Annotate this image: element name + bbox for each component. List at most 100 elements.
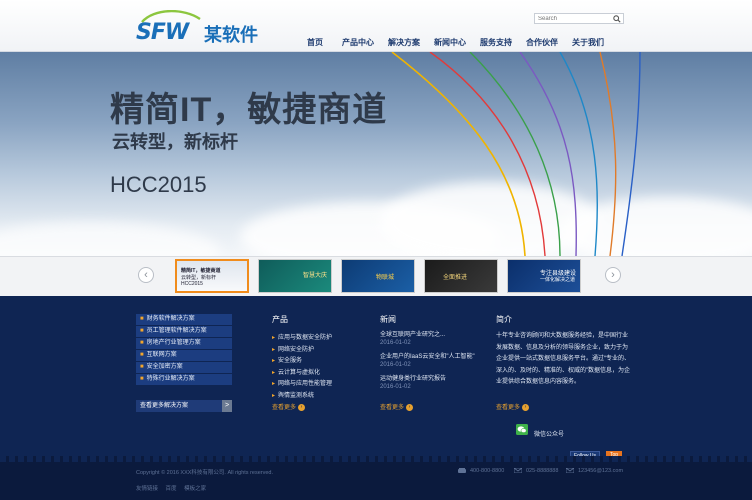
- products-list: ▸ 应用与数据安全防护 ▸ 网络安全防护 ▸ 安全服务 ▸ 云计算与虚拟化 ▸ 网络与应用…: [272, 333, 332, 402]
- solution-label: 互联网方案: [146, 352, 177, 358]
- news-item[interactable]: 全球互联网产业研究之... 2016-01-02: [380, 331, 475, 353]
- solution-label: 房地产行业管理方案: [146, 340, 201, 346]
- news-title: 全球互联网产业研究之...: [380, 332, 446, 338]
- nav-item-products[interactable]: 产品中心: [342, 37, 374, 49]
- friend-link[interactable]: 模板之家: [184, 486, 206, 492]
- bullet-icon: ■: [140, 376, 144, 382]
- nav-item-news[interactable]: 新闻中心: [434, 37, 466, 49]
- thumbnail-text: 全面推进: [443, 275, 468, 281]
- bullet-icon: ▸: [272, 346, 276, 353]
- product-link[interactable]: ▸ 安全服务: [272, 356, 332, 368]
- copyright-text: Copyright © 2016 XXX科技有限公司. All rights r…: [136, 470, 274, 476]
- bullet-icon: ■: [140, 340, 144, 346]
- phone-icon: [458, 468, 466, 474]
- banner-thumbnail[interactable]: 专注县级建设 一体化解决之道: [507, 259, 581, 293]
- banner-event: HCC2015: [110, 172, 207, 197]
- product-label: 网络与应用性能管理: [278, 381, 333, 387]
- arrow-right-icon: >: [222, 400, 232, 412]
- solution-item[interactable]: ■ 员工管理软件解决方案: [136, 326, 232, 338]
- product-link[interactable]: ▸ 舆情监测系统: [272, 391, 332, 403]
- news-title: 企业用户的IaaS云安全和"人工智能": [380, 354, 475, 360]
- telephone: 025-8888888: [514, 468, 558, 474]
- solution-item[interactable]: ■ 特殊行业解决方案: [136, 374, 232, 386]
- nav-item-about[interactable]: 关于我们: [572, 37, 604, 49]
- news-item[interactable]: 运动健身类行业研究报告 2016-01-02: [380, 375, 475, 397]
- products-heading: 产品: [272, 315, 288, 324]
- footer-main: ■ 财务软件解决方案 ■ 员工管理软件解决方案 ■ 房地产行业管理方案 ■ 互联网方案 …: [0, 296, 752, 462]
- product-label: 云计算与虚拟化: [278, 369, 321, 376]
- friend-link[interactable]: 友情链接: [136, 486, 158, 492]
- solution-label: 财务软件解决方案: [146, 316, 195, 322]
- email-address[interactable]: 123456@123.com: [578, 468, 623, 474]
- product-label: 安全服务: [278, 358, 303, 364]
- product-link[interactable]: ▸ 网络与应用性能管理: [272, 379, 332, 391]
- intro-more-link[interactable]: 查看更多 ›: [496, 402, 530, 411]
- bullet-icon: ▸: [272, 358, 276, 364]
- main-nav: 首页 产品中心 解决方案 新闻中心 服务支持 合作伙伴 关于我们: [300, 37, 604, 49]
- banner-thumbnail-strip: ‹ 精简IT，敏捷商道 云转型，新标杆 HCC2015 智慧大庆 物联城 全面推…: [0, 256, 752, 296]
- intro-heading: 简介: [496, 315, 512, 324]
- solution-item[interactable]: ■ 互联网方案: [136, 350, 232, 362]
- logo-text: 某软件: [204, 25, 258, 45]
- solution-label: 特殊行业解决方案: [146, 376, 195, 382]
- solutions-list: ■ 财务软件解决方案 ■ 员工管理软件解决方案 ■ 房地产行业管理方案 ■ 互联网方案 …: [136, 314, 232, 386]
- thumbnail-text: 精简IT，敏捷商道: [181, 268, 221, 274]
- solution-label: 员工管理软件解决方案: [146, 328, 207, 334]
- nav-item-support[interactable]: 服务支持: [480, 37, 512, 49]
- search-icon[interactable]: [613, 15, 621, 23]
- thumbnail-text: 智慧大庆: [303, 273, 328, 279]
- bullet-icon: ■: [140, 364, 144, 370]
- site-header: SFW 某软件 首页 产品中心 解决方案 新闻中心 服务支持 合作伙伴 关于我们: [0, 0, 752, 52]
- wechat-label: 微信公众号: [534, 432, 565, 438]
- telephone-number: 025-8888888: [526, 468, 559, 474]
- wechat-icon: [516, 424, 528, 435]
- bullet-icon: ▸: [272, 335, 276, 341]
- news-title: 运动健身类行业研究报告: [380, 376, 447, 382]
- arrow-right-icon: ›: [406, 403, 414, 411]
- intro-text: 十年专业咨询顾问和大数据服务经验，是中国行业发展数据、信息及分析的领导服务企业，…: [496, 333, 630, 385]
- banner-title: 精简IT，敏捷商道: [110, 91, 388, 129]
- thumbnail-text: HCC2015: [181, 281, 203, 287]
- next-arrow-icon[interactable]: ›: [605, 267, 621, 283]
- prev-arrow-icon[interactable]: ‹: [138, 267, 154, 283]
- news-more-link[interactable]: 查看更多 ›: [380, 402, 414, 411]
- news-item[interactable]: 企业用户的IaaS云安全和"人工智能" 2016-01-02: [380, 353, 475, 375]
- thumbnail-text: 物联城: [376, 275, 395, 281]
- hotline-number: 400-800-8800: [470, 468, 505, 474]
- product-label: 舆情监测系统: [278, 392, 315, 399]
- nav-item-home[interactable]: 首页: [307, 37, 323, 49]
- news-date: 2016-01-02: [380, 340, 411, 346]
- search-input[interactable]: [538, 14, 612, 23]
- news-list: 全球互联网产业研究之... 2016-01-02 企业用户的IaaS云安全和"人…: [380, 331, 475, 397]
- more-label: 查看更多: [496, 405, 521, 411]
- footer-bottom-bar: Copyright © 2016 XXX科技有限公司. All rights r…: [0, 456, 752, 500]
- search-box: [534, 13, 624, 24]
- banner-thumbnail[interactable]: 精简IT，敏捷商道 云转型，新标杆 HCC2015: [175, 259, 249, 293]
- wechat-link[interactable]: 微信公众号: [516, 424, 572, 438]
- email: 123456@123.com: [566, 468, 623, 474]
- banner-thumbnail[interactable]: 物联城: [341, 259, 415, 293]
- solution-item[interactable]: ■ 财务软件解决方案: [136, 314, 232, 326]
- friend-links: 友情链接 百度 模板之家: [136, 484, 212, 492]
- envelope-icon: [566, 468, 574, 474]
- solution-item[interactable]: ■ 房地产行业管理方案: [136, 338, 232, 350]
- solution-item[interactable]: ■ 安全加密方案: [136, 362, 232, 374]
- bullet-icon: ■: [140, 352, 144, 358]
- more-solutions-button[interactable]: 查看更多解决方案 >: [136, 400, 232, 412]
- hotline: 400-800-8800: [458, 468, 504, 474]
- banner-subtitle: 云转型，新标杆: [112, 132, 238, 152]
- news-date: 2016-01-02: [380, 384, 411, 390]
- banner-thumbnail[interactable]: 智慧大庆: [258, 259, 332, 293]
- friend-link[interactable]: 百度: [166, 486, 177, 492]
- product-link[interactable]: ▸ 云计算与虚拟化: [272, 368, 332, 380]
- banner-thumbnail[interactable]: 全面推进: [424, 259, 498, 293]
- products-more-link[interactable]: 查看更多 ›: [272, 402, 306, 411]
- product-link[interactable]: ▸ 应用与数据安全防护: [272, 333, 332, 345]
- mail-icon: [514, 468, 522, 474]
- product-link[interactable]: ▸ 网络安全防护: [272, 345, 332, 357]
- more-label: 查看更多: [272, 405, 297, 411]
- nav-item-partners[interactable]: 合作伙伴: [526, 37, 558, 49]
- bullet-icon: ■: [140, 316, 144, 322]
- nav-item-solutions[interactable]: 解决方案: [388, 37, 420, 49]
- hero-banner[interactable]: 精简IT，敏捷商道 云转型，新标杆 HCC2015: [0, 52, 752, 256]
